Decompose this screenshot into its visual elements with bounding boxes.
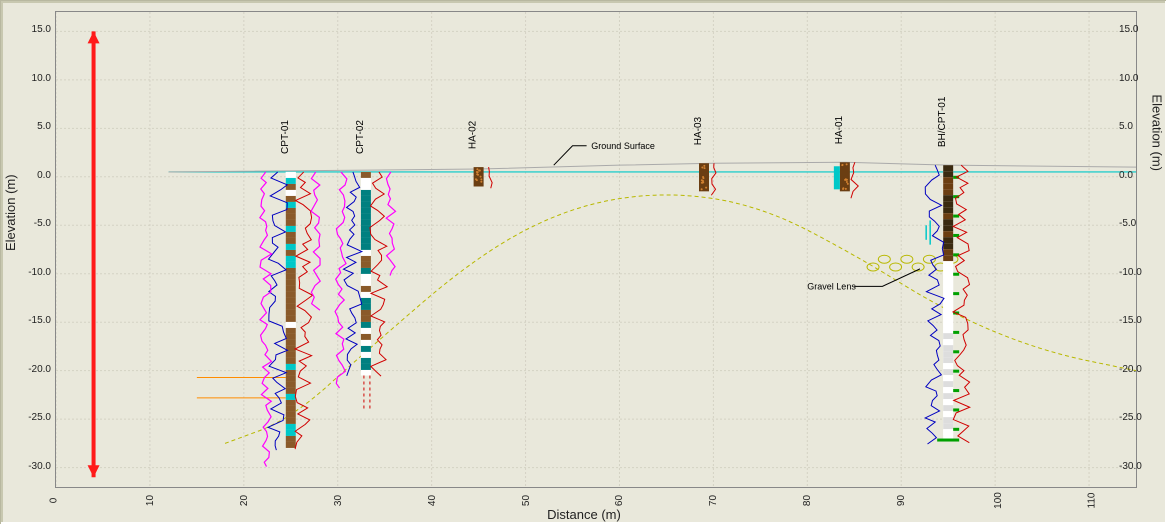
bore-label: CPT-01 <box>280 120 291 154</box>
bore-label: HA-03 <box>693 116 704 145</box>
y-tick: 5.0 <box>1119 121 1145 132</box>
y-tick: 10.0 <box>1119 73 1145 84</box>
x-tick: 0 <box>48 498 59 504</box>
y-tick: 0.0 <box>25 170 51 181</box>
bore-label: BH/CPT-01 <box>937 96 948 147</box>
x-tick: 10 <box>145 495 156 506</box>
x-tick: 50 <box>521 495 532 506</box>
y-tick: 5.0 <box>25 121 51 132</box>
x-axis-label: Distance (m) <box>1 507 1166 522</box>
section-svg: Ground Surface Gravel Lens CPT-01 CPT-02 HA-… <box>56 12 1136 487</box>
x-tick: 110 <box>1087 493 1098 509</box>
ground-surface-line <box>169 162 1136 172</box>
y-tick: -30.0 <box>1119 461 1145 472</box>
y-tick: 10.0 <box>25 73 51 84</box>
bore-label: CPT-02 <box>355 120 366 154</box>
bore-CPT-01: CPT-01 <box>280 120 296 449</box>
annotation-gravel-lens: Gravel Lens <box>807 281 856 291</box>
x-tick: 20 <box>239 495 250 506</box>
y-tick: -5.0 <box>1119 218 1145 229</box>
y-axis-label-left: Elevation (m) <box>3 174 18 251</box>
bore-BH/CPT-01: BH/CPT-01 <box>926 96 959 441</box>
y-tick: -20.0 <box>1119 364 1145 375</box>
annotation-ground-surface: Ground Surface <box>591 141 655 151</box>
bore-HA-02: HA-02 <box>468 120 484 186</box>
plot-area: Ground Surface Gravel Lens CPT-01 CPT-02 HA-… <box>55 11 1137 488</box>
y-axis-label-right: Elevation (m) <box>1150 94 1165 171</box>
x-tick: 30 <box>333 495 344 506</box>
x-tick: 80 <box>802 495 813 506</box>
bore-HA-01: HA-01 <box>834 115 850 191</box>
bore-label: HA-02 <box>468 120 479 149</box>
y-tick: -15.0 <box>1119 315 1145 326</box>
y-tick: -10.0 <box>25 267 51 278</box>
x-tick: 90 <box>896 495 907 506</box>
y-tick: -25.0 <box>25 412 51 423</box>
y-tick: -10.0 <box>1119 267 1145 278</box>
x-tick: 40 <box>427 495 438 506</box>
x-tick: 100 <box>993 492 1004 509</box>
x-tick: 70 <box>708 495 719 506</box>
y-tick: 0.0 <box>1119 170 1145 181</box>
y-tick: 15.0 <box>25 24 51 35</box>
x-tick: 60 <box>615 495 626 506</box>
bore-label: HA-01 <box>834 115 845 144</box>
y-tick: -15.0 <box>25 315 51 326</box>
y-tick: -20.0 <box>25 364 51 375</box>
chart-window: Elevation (m) Elevation (m) Distance (m)… <box>0 0 1166 524</box>
bore-HA-03: HA-03 <box>693 116 709 191</box>
y-tick: -30.0 <box>25 461 51 472</box>
y-tick: -5.0 <box>25 218 51 229</box>
bore-CPT-02: CPT-02 <box>355 120 371 376</box>
y-tick: -25.0 <box>1119 412 1145 423</box>
y-tick: 15.0 <box>1119 24 1145 35</box>
